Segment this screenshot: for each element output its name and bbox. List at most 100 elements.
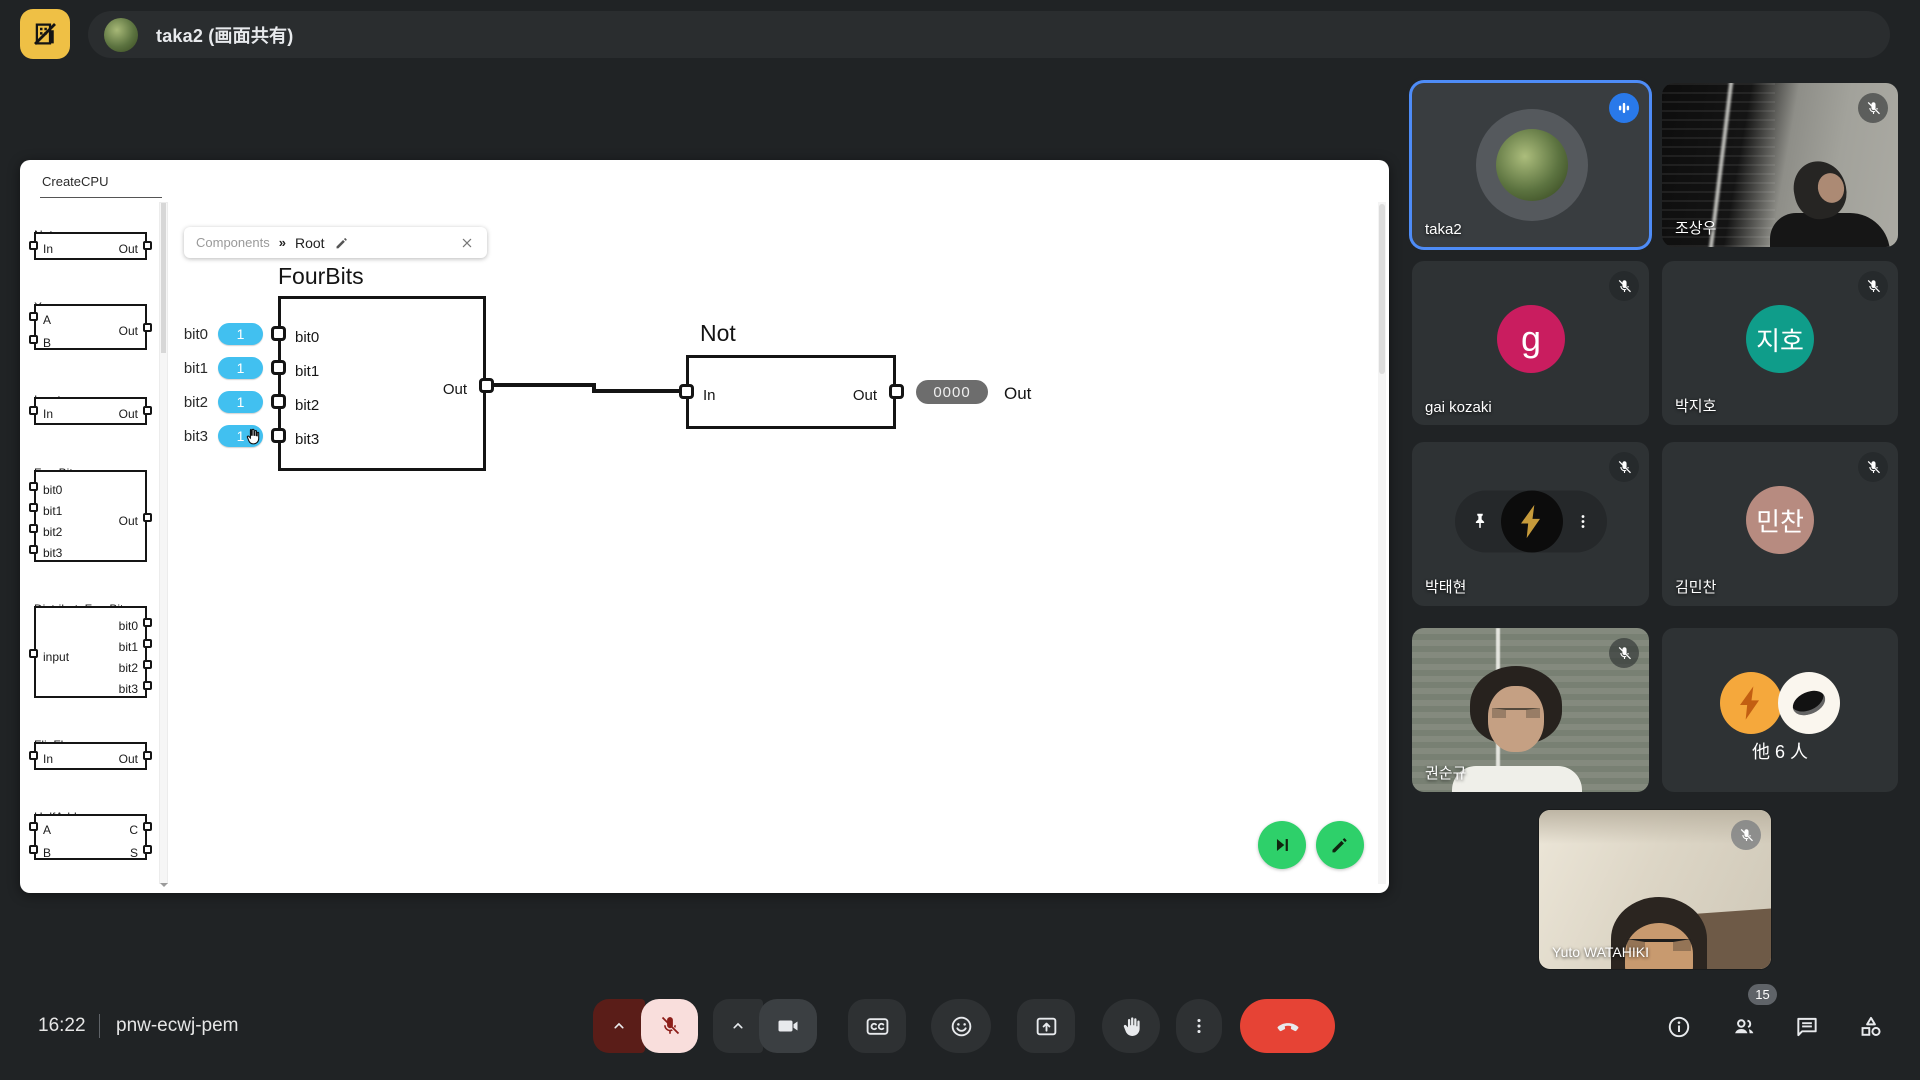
- raise-hand-button[interactable]: [1102, 999, 1160, 1053]
- activities-button[interactable]: [1851, 1007, 1891, 1047]
- more-options-button[interactable]: [1176, 999, 1222, 1053]
- fourbits-pin-bit2[interactable]: [271, 394, 286, 409]
- captions-button[interactable]: [848, 999, 906, 1053]
- lightning-avatar-icon: [1512, 502, 1552, 542]
- input-label: bit3: [184, 428, 208, 445]
- canvas-scrollbar-thumb[interactable]: [1379, 204, 1385, 374]
- captions-icon: [865, 1014, 890, 1039]
- output-value-pill: 0000: [916, 380, 988, 404]
- others-count-label: 他 6 人: [1662, 738, 1898, 764]
- mic-off-icon: [1609, 452, 1639, 482]
- meeting-code: pnw-ecwj-pem: [116, 1015, 238, 1037]
- fourbits-pin-out[interactable]: [479, 378, 494, 393]
- port-label: Out: [853, 388, 877, 403]
- fourbits-block-title: FourBits: [278, 263, 364, 290]
- avatar: [1496, 129, 1568, 201]
- mic-off-icon: [1858, 452, 1888, 482]
- hand-cursor: [242, 426, 264, 448]
- camera-toggle-button[interactable]: [759, 999, 817, 1053]
- participant-tile-josangwoo[interactable]: 조상우: [1662, 83, 1898, 247]
- participant-count-badge: 15: [1748, 984, 1777, 1005]
- mic-options-chevron[interactable]: [593, 999, 645, 1053]
- port-label: bit1: [295, 364, 319, 379]
- present-icon: [1034, 1014, 1059, 1039]
- avatar-initial: g: [1521, 318, 1541, 360]
- input-row-bit1: bit1 1: [140, 357, 263, 379]
- more-options-icon[interactable]: [1573, 512, 1593, 532]
- participant-tile-kwonsoonkyu[interactable]: 권순규: [1412, 628, 1649, 792]
- clock: 16:22: [38, 1015, 86, 1037]
- participant-tile-yuto-watahiki[interactable]: Yuto WATAHIKI: [1538, 809, 1772, 970]
- edit-button[interactable]: [1316, 821, 1364, 869]
- fourbits-pin-bit0[interactable]: [271, 326, 286, 341]
- presenter-avatar: [104, 18, 138, 52]
- mic-off-icon: [658, 1014, 682, 1038]
- presentation-muted-app-icon[interactable]: [20, 9, 70, 59]
- present-button[interactable]: [1017, 999, 1075, 1053]
- mic-toggle-button-muted[interactable]: [641, 999, 698, 1053]
- lightning-icon: [1731, 683, 1771, 723]
- presentation-title: taka2 (画面共有): [156, 22, 293, 48]
- people-icon: [1731, 1014, 1757, 1040]
- fourbits-pin-bit3[interactable]: [271, 428, 286, 443]
- meeting-details-button[interactable]: [1659, 1007, 1699, 1047]
- camera-icon: [776, 1014, 800, 1038]
- emoji-icon: [949, 1014, 974, 1039]
- person-silhouette: [1770, 213, 1890, 247]
- participant-tile-kimminchan[interactable]: 민찬 김민찬: [1662, 442, 1898, 606]
- participant-tile-parktaehyun[interactable]: 박태현: [1412, 442, 1649, 606]
- participant-name: 박태현: [1425, 576, 1466, 597]
- input-label: bit0: [184, 326, 208, 343]
- participant-tile-gai-kozaki[interactable]: g gai kozaki: [1412, 261, 1649, 425]
- participant-name: gai kozaki: [1425, 399, 1492, 416]
- people-button[interactable]: [1724, 1007, 1764, 1047]
- avatar: g: [1497, 305, 1565, 373]
- participant-name: 권순규: [1425, 762, 1466, 783]
- not-pin-in[interactable]: [679, 384, 694, 399]
- others-avatars: [1720, 672, 1840, 736]
- speaking-indicator-icon: [1609, 93, 1639, 123]
- shared-screen-panel: CreateCPU Not In Out Xor A B Out: [20, 160, 1389, 893]
- participant-tile-others[interactable]: 他 6 人: [1662, 628, 1898, 792]
- avatar: 지호: [1746, 305, 1814, 373]
- tile-hover-actions: [1455, 491, 1607, 553]
- input-label: bit2: [184, 394, 208, 411]
- fourbits-block[interactable]: bit0 bit1 bit2 bit3 Out: [278, 296, 486, 471]
- fourbits-pin-bit1[interactable]: [271, 360, 286, 375]
- pencil-icon: [1329, 834, 1351, 856]
- camera-options-chevron[interactable]: [713, 999, 763, 1053]
- port-label: bit0: [295, 330, 319, 345]
- chevron-up-icon: [728, 1016, 748, 1036]
- wire-fourbits-to-not: [20, 160, 1389, 893]
- output-label: Out: [1004, 384, 1031, 404]
- building-slash-icon: [30, 19, 60, 49]
- input-value-toggle[interactable]: 1: [218, 357, 263, 379]
- pin-icon[interactable]: [1469, 511, 1491, 533]
- input-row-bit2: bit2 1: [140, 391, 263, 413]
- participant-name: 조상우: [1675, 217, 1716, 238]
- skip-next-icon: [1271, 834, 1293, 856]
- port-label: In: [703, 388, 716, 403]
- end-call-button[interactable]: [1240, 999, 1335, 1053]
- chat-button[interactable]: [1787, 1007, 1827, 1047]
- google-meet-window: taka2 (画面共有) CreateCPU Not In Out Xor A …: [0, 0, 1920, 1080]
- canvas-scrollbar[interactable]: [1378, 202, 1386, 884]
- hand-icon: [1119, 1014, 1144, 1039]
- step-button[interactable]: [1258, 821, 1306, 869]
- avatar-initial: 지호: [1756, 321, 1804, 358]
- more-options-icon: [1188, 1015, 1210, 1037]
- divider: [99, 1014, 100, 1038]
- input-value-toggle[interactable]: 1: [218, 391, 263, 413]
- mic-off-icon: [1731, 820, 1761, 850]
- participant-name: taka2: [1425, 221, 1462, 238]
- participant-tile-parkjiho[interactable]: 지호 박지호: [1662, 261, 1898, 425]
- person-face: [1488, 686, 1544, 752]
- input-value-toggle[interactable]: 1: [218, 323, 263, 345]
- reactions-button[interactable]: [931, 999, 991, 1053]
- avatar-lightning: [1720, 672, 1782, 734]
- not-block[interactable]: In Out: [686, 355, 896, 429]
- not-pin-out[interactable]: [889, 384, 904, 399]
- equalizer-icon: [1615, 99, 1633, 117]
- participant-tile-taka2[interactable]: taka2: [1412, 83, 1649, 247]
- port-label: bit2: [295, 398, 319, 413]
